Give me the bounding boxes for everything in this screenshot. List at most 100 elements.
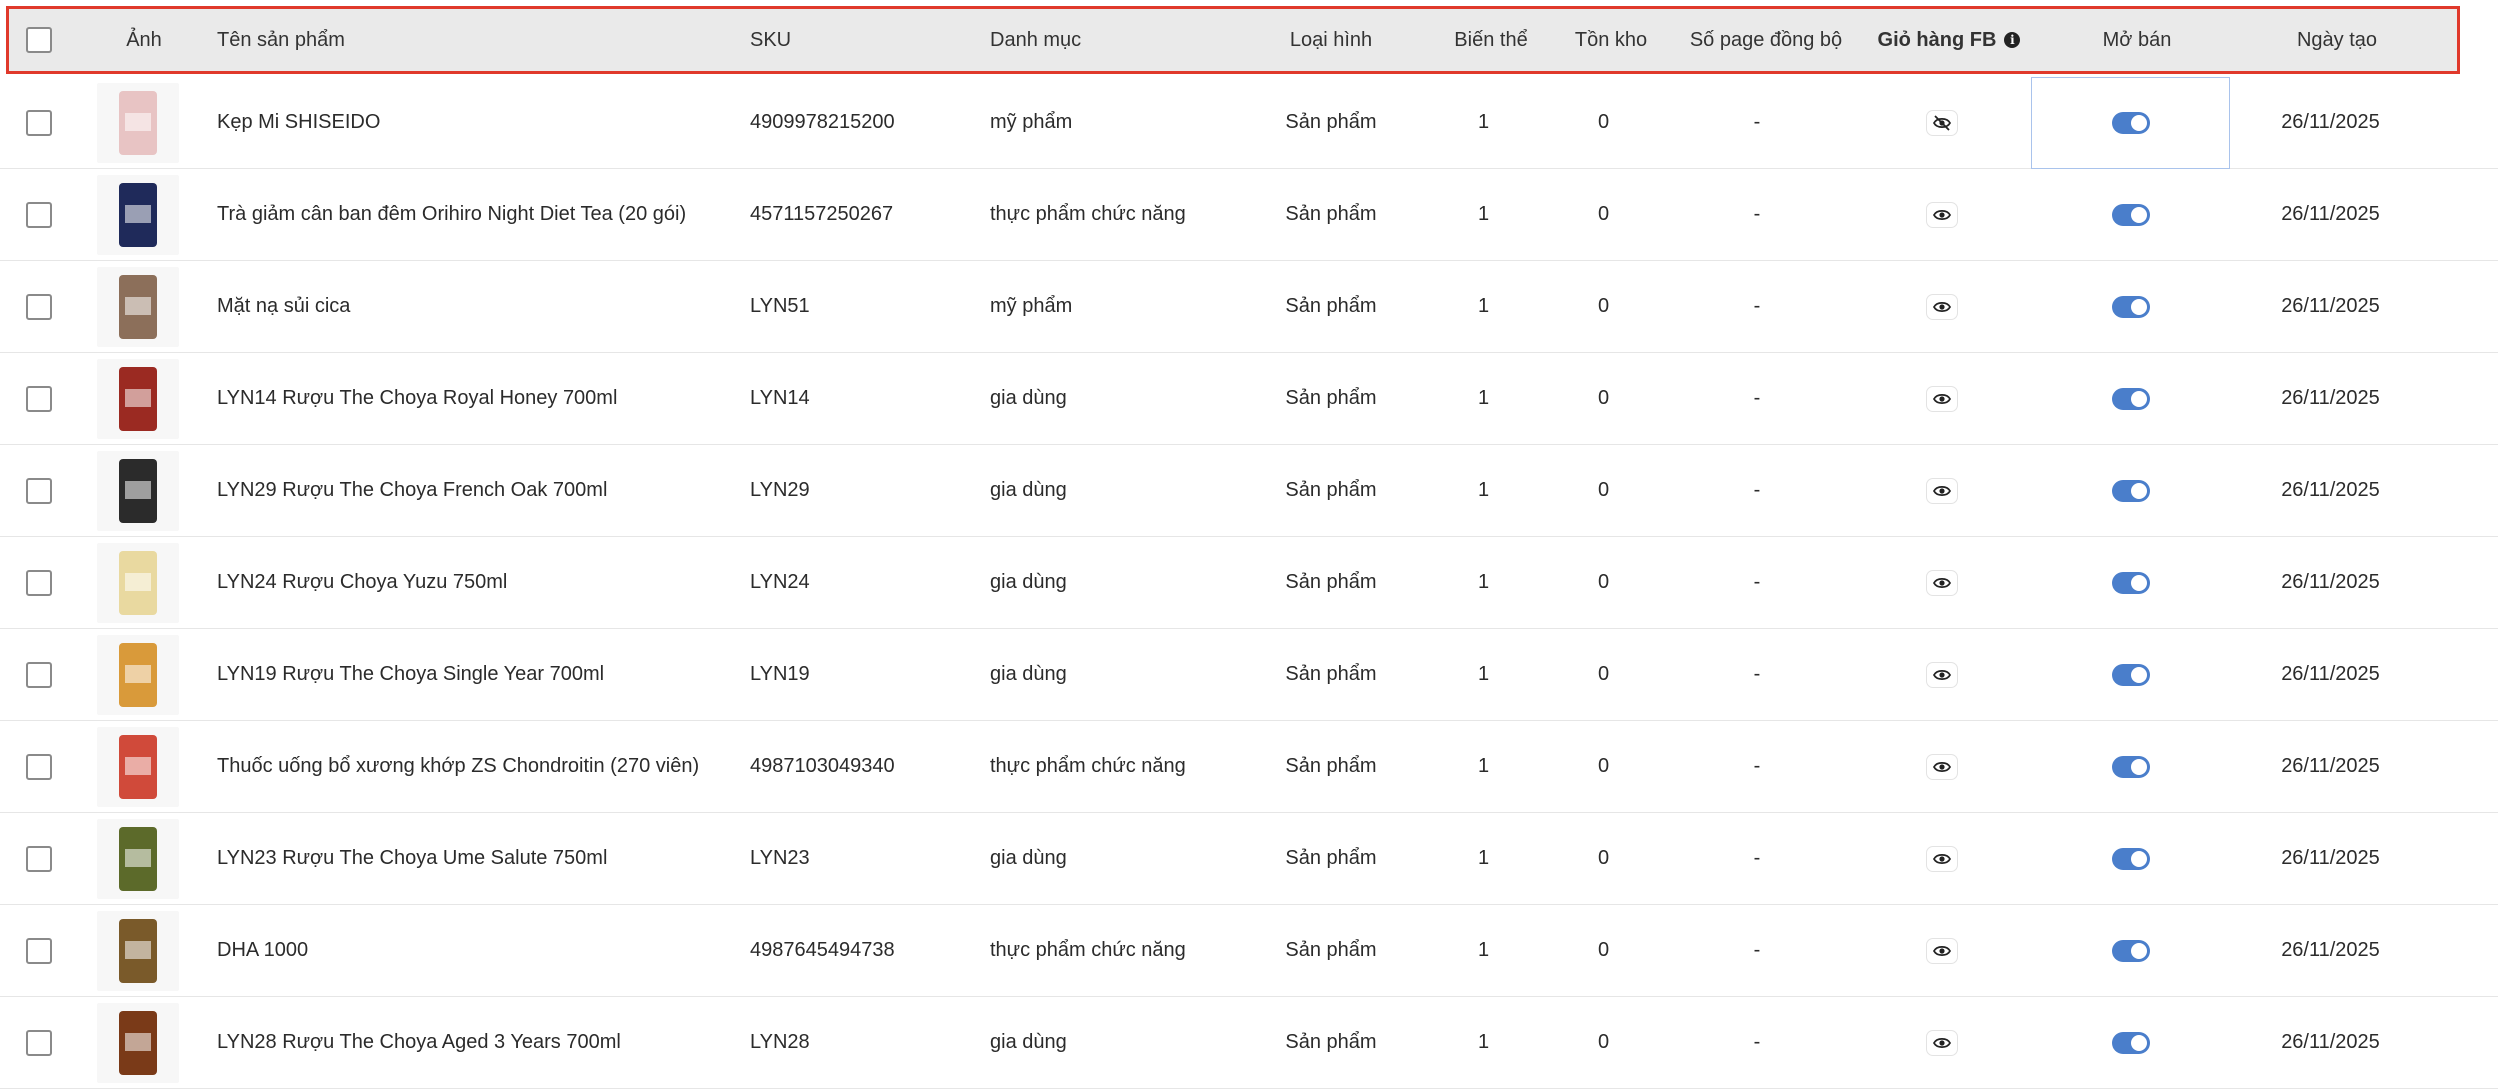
eye-icon[interactable] <box>1926 477 1958 504</box>
fb-cart-cell <box>1861 77 2023 168</box>
on-sale-toggle[interactable] <box>2111 663 2150 686</box>
row-checkbox[interactable] <box>26 293 52 320</box>
product-name[interactable]: LYN23 Rượu The Choya Ume Salute 750ml <box>217 813 607 904</box>
row-checkbox[interactable] <box>26 937 52 964</box>
table-row[interactable]: Thuốc uống bổ xương khớp ZS Chondroitin … <box>0 721 2498 813</box>
table-row[interactable]: DHA 1000 4987645494738 thực phẩm chức nă… <box>0 905 2498 997</box>
product-thumbnail[interactable] <box>97 174 179 255</box>
on-sale-toggle[interactable] <box>2111 755 2150 778</box>
header-synced-pages[interactable]: Số page đồng bộ <box>1671 9 1861 71</box>
product-synced-pages: - <box>1753 1031 1761 1053</box>
table-row[interactable]: LYN23 Rượu The Choya Ume Salute 750ml LY… <box>0 813 2498 905</box>
row-checkbox[interactable] <box>26 569 52 596</box>
eye-icon[interactable] <box>1926 569 1958 596</box>
product-name[interactable]: Kẹp Mi SHISEIDO <box>217 77 380 168</box>
product-thumbnail[interactable] <box>97 82 179 163</box>
product-thumbnail[interactable] <box>97 818 179 899</box>
header-stock[interactable]: Tồn kho <box>1551 9 1671 71</box>
product-stock: 0 <box>1597 663 1610 685</box>
product-thumbnail[interactable] <box>97 1002 179 1083</box>
product-variants: 1 <box>1477 663 1490 685</box>
eye-icon[interactable] <box>1926 201 1958 228</box>
on-sale-toggle[interactable] <box>2111 847 2150 870</box>
eye-icon[interactable] <box>1926 661 1958 688</box>
product-thumbnail[interactable] <box>97 726 179 807</box>
table-row[interactable]: LYN24 Rượu Choya Yuzu 750ml LYN24 gia dù… <box>0 537 2498 629</box>
table-row[interactable]: LYN28 Rượu The Choya Aged 3 Years 700ml … <box>0 997 2498 1089</box>
product-category: gia dùng <box>990 847 1067 869</box>
product-name[interactable]: Mặt nạ sủi cica <box>217 261 350 352</box>
on-sale-toggle[interactable] <box>2111 203 2150 226</box>
product-type: Sản phẩm <box>1285 663 1377 685</box>
fb-cart-cell <box>1861 629 2023 720</box>
eye-icon[interactable] <box>1926 385 1958 412</box>
row-checkbox[interactable] <box>26 477 52 504</box>
table-row[interactable]: Mặt nạ sủi cica LYN51 mỹ phẩm Sản phẩm 1… <box>0 261 2498 353</box>
product-thumbnail[interactable] <box>97 450 179 531</box>
on-sale-cell <box>2031 721 2230 812</box>
product-name[interactable]: LYN19 Rượu The Choya Single Year 700ml <box>217 629 604 720</box>
eye-slash-icon[interactable] <box>1926 109 1958 136</box>
on-sale-toggle[interactable] <box>2111 111 2150 134</box>
row-checkbox[interactable] <box>26 109 52 136</box>
product-thumbnail[interactable] <box>97 358 179 439</box>
on-sale-toggle[interactable] <box>2111 387 2150 410</box>
table-row[interactable]: LYN29 Rượu The Choya French Oak 700ml LY… <box>0 445 2498 537</box>
header-image: Ảnh <box>126 28 162 51</box>
row-select <box>24 813 54 904</box>
eye-icon[interactable] <box>1926 845 1958 872</box>
table-row[interactable]: LYN19 Rượu The Choya Single Year 700ml L… <box>0 629 2498 721</box>
eye-icon[interactable] <box>1926 937 1958 964</box>
product-image-cell <box>95 261 181 352</box>
table-row[interactable]: Trà giảm cân ban đêm Orihiro Night Diet … <box>0 169 2498 261</box>
header-name[interactable]: Tên sản phẩm <box>217 9 345 71</box>
product-name[interactable]: LYN28 Rượu The Choya Aged 3 Years 700ml <box>217 997 621 1088</box>
eye-icon[interactable] <box>1926 1029 1958 1056</box>
product-thumbnail[interactable] <box>97 542 179 623</box>
row-select <box>24 997 54 1088</box>
product-name[interactable]: LYN24 Rượu Choya Yuzu 750ml <box>217 537 507 628</box>
table-row[interactable]: LYN14 Rượu The Choya Royal Honey 700ml L… <box>0 353 2498 445</box>
row-checkbox[interactable] <box>26 1029 52 1056</box>
header-on-sale[interactable]: Mở bán <box>2037 9 2237 71</box>
product-thumbnail[interactable] <box>97 266 179 347</box>
product-variants: 1 <box>1477 387 1490 409</box>
on-sale-cell <box>2031 537 2230 628</box>
product-image-cell <box>95 353 181 444</box>
product-name[interactable]: Trà giảm cân ban đêm Orihiro Night Diet … <box>217 169 686 260</box>
row-select <box>24 905 54 996</box>
product-synced-pages: - <box>1753 755 1761 777</box>
info-icon[interactable]: i <box>2004 32 2021 48</box>
row-checkbox[interactable] <box>26 845 52 872</box>
product-name[interactable]: LYN14 Rượu The Choya Royal Honey 700ml <box>217 353 617 444</box>
product-name[interactable]: DHA 1000 <box>217 905 308 996</box>
row-select <box>24 629 54 720</box>
product-thumbnail[interactable] <box>97 634 179 715</box>
row-checkbox[interactable] <box>26 201 52 228</box>
fb-cart-cell <box>1861 997 2023 1088</box>
on-sale-toggle[interactable] <box>2111 1031 2150 1054</box>
header-category[interactable]: Danh mục <box>990 9 1081 71</box>
row-checkbox[interactable] <box>26 385 52 412</box>
select-all-checkbox[interactable] <box>26 27 52 53</box>
header-created[interactable]: Ngày tạo <box>2237 9 2437 71</box>
eye-icon[interactable] <box>1926 753 1958 780</box>
product-thumbnail[interactable] <box>97 910 179 991</box>
fb-cart-cell <box>1861 721 2023 812</box>
row-checkbox[interactable] <box>26 753 52 780</box>
row-checkbox[interactable] <box>26 661 52 688</box>
eye-icon[interactable] <box>1926 293 1958 320</box>
on-sale-toggle[interactable] <box>2111 479 2150 502</box>
product-image-cell <box>95 77 181 168</box>
header-sku[interactable]: SKU <box>750 9 791 71</box>
header-variants[interactable]: Biến thể <box>1431 9 1551 71</box>
product-name[interactable]: LYN29 Rượu The Choya French Oak 700ml <box>217 445 607 536</box>
on-sale-toggle[interactable] <box>2111 571 2150 594</box>
product-category: gia dùng <box>990 387 1067 409</box>
on-sale-toggle[interactable] <box>2111 295 2150 318</box>
product-name[interactable]: Thuốc uống bổ xương khớp ZS Chondroitin … <box>217 721 699 812</box>
header-type[interactable]: Loại hình <box>1231 9 1431 71</box>
on-sale-toggle[interactable] <box>2111 939 2150 962</box>
table-row[interactable]: Kẹp Mi SHISEIDO 4909978215200 mỹ phẩm Sả… <box>0 77 2498 169</box>
on-sale-cell <box>2031 261 2230 352</box>
